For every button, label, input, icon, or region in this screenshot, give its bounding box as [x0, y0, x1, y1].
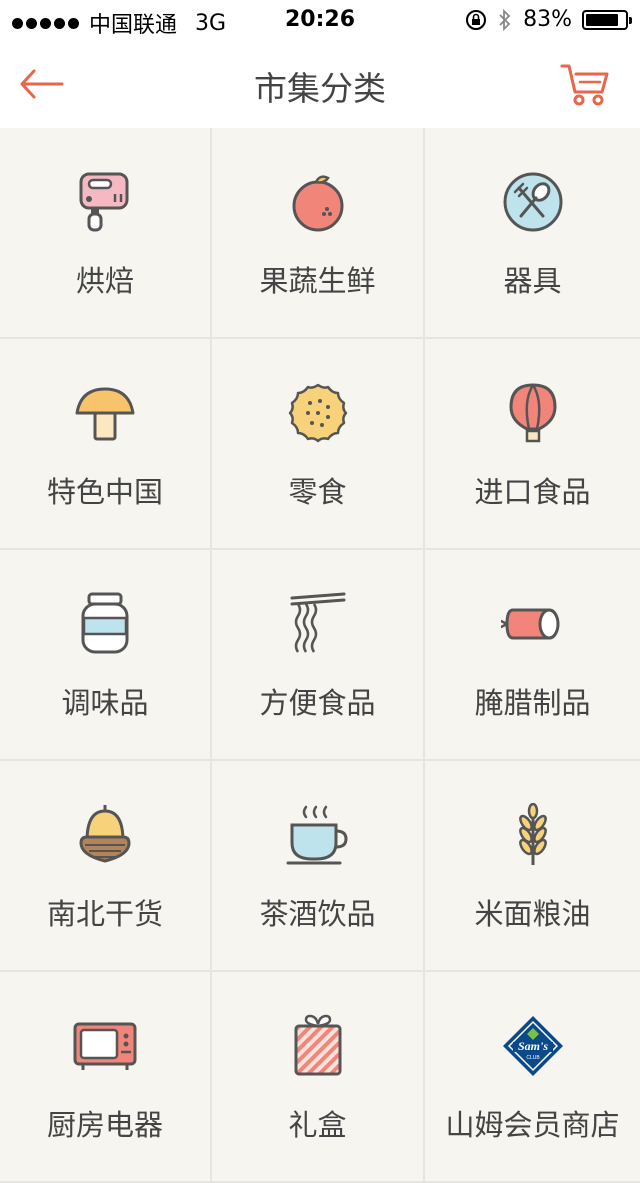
category-label: 米面粮油: [474, 897, 591, 931]
cart-icon: [560, 64, 609, 106]
category-utensils[interactable]: 器具: [425, 128, 640, 339]
category-grid: 烘焙 果蔬生鲜 器具 特色中国 零食 进口食品 调味品 方便食品 腌腊制品 南北…: [0, 128, 640, 1183]
category-label: 方便食品: [259, 686, 376, 720]
category-label: 厨房电器: [46, 1108, 163, 1142]
category-fresh-produce[interactable]: 果蔬生鲜: [212, 128, 425, 339]
category-label: 烘焙: [75, 264, 134, 298]
balloon-icon: [508, 383, 557, 443]
ham-icon: [500, 608, 559, 640]
utensils-icon: [503, 172, 562, 232]
page-title: 市集分类: [254, 69, 386, 108]
category-kitchen-appliances[interactable]: 厨房电器: [0, 972, 212, 1183]
navigation-bar: 市集分类: [0, 40, 640, 128]
status-right: 83%: [465, 7, 632, 32]
category-instant-food[interactable]: 方便食品: [212, 550, 425, 761]
rotation-lock-icon: [466, 9, 487, 30]
category-label: 山姆会员商店: [445, 1108, 620, 1142]
category-dried-goods[interactable]: 南北干货: [0, 761, 212, 972]
category-tea-wine-drinks[interactable]: 茶酒饮品: [212, 761, 425, 972]
gift-box-icon: [294, 1014, 341, 1076]
category-label: 礼盒: [288, 1108, 347, 1142]
battery-icon: [582, 9, 632, 30]
orange-icon: [292, 175, 343, 232]
category-seasonings[interactable]: 调味品: [0, 550, 212, 761]
category-label: 调味品: [61, 686, 149, 720]
category-cured-meat[interactable]: 腌腊制品: [425, 550, 640, 761]
category-label: 果蔬生鲜: [259, 264, 376, 298]
category-label: 南北干货: [46, 897, 163, 931]
mushroom-icon: [75, 387, 135, 441]
category-label: 腌腊制品: [474, 686, 591, 720]
category-rice-flour-oil[interactable]: 米面粮油: [425, 761, 640, 972]
category-imported-food[interactable]: 进口食品: [425, 339, 640, 550]
category-baking[interactable]: 烘焙: [0, 128, 212, 339]
status-bar: 中国联通 3G 20:26 83%: [0, 0, 640, 40]
battery-percent: 83%: [523, 7, 572, 32]
tea-cup-icon: [286, 805, 348, 865]
category-china-specialty[interactable]: 特色中国: [0, 339, 212, 550]
bluetooth-icon: [499, 8, 511, 31]
sams-club-logo: Sam's CLUB: [502, 1016, 563, 1076]
category-label: 零食: [288, 475, 347, 509]
mixer-icon: [79, 172, 129, 232]
category-snacks[interactable]: 零食: [212, 339, 425, 550]
category-label: 进口食品: [474, 475, 591, 509]
wheat-icon: [518, 803, 547, 865]
cookie-icon: [288, 383, 347, 443]
jar-icon: [81, 592, 129, 654]
cart-button[interactable]: [560, 60, 612, 108]
acorn-icon: [79, 805, 131, 863]
category-label: 茶酒饮品: [259, 897, 376, 931]
microwave-icon: [73, 1022, 137, 1070]
category-label: 器具: [503, 264, 562, 298]
category-gift-box[interactable]: 礼盒: [212, 972, 425, 1183]
category-label: 特色中国: [46, 475, 163, 509]
svg-text:Sam's: Sam's: [517, 1039, 547, 1053]
noodles-icon: [290, 592, 345, 653]
category-sams-club[interactable]: Sam's CLUB 山姆会员商店: [425, 972, 640, 1183]
svg-text:CLUB: CLUB: [526, 1055, 540, 1061]
